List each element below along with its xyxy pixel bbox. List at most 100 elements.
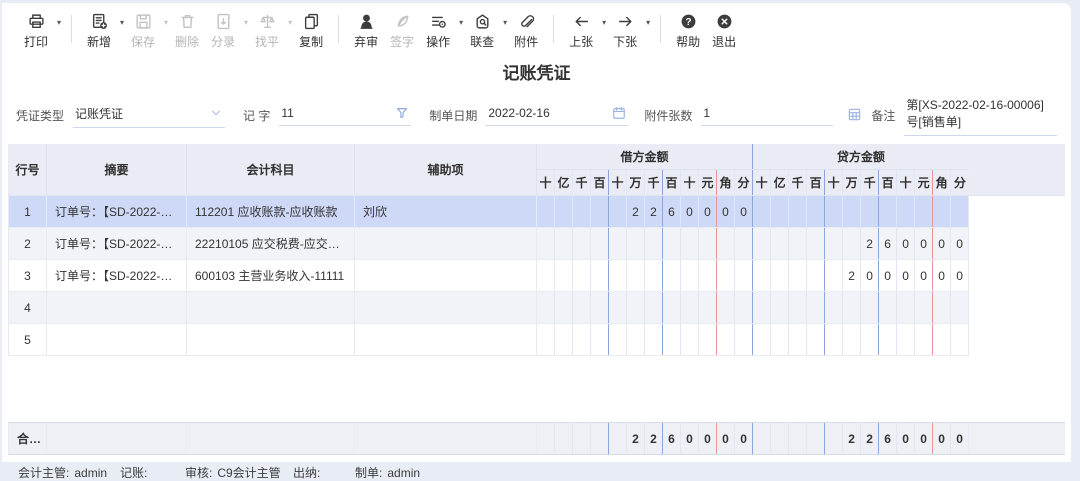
credit-digit-cell[interactable]: [915, 196, 933, 228]
credit-digit-cell[interactable]: [789, 228, 807, 260]
debit-digit-cell[interactable]: [555, 228, 573, 260]
debit-digit-cell[interactable]: 0: [717, 196, 735, 228]
debit-digit-cell[interactable]: [663, 324, 681, 356]
credit-digit-cell[interactable]: [843, 324, 861, 356]
account-cell[interactable]: 112201 应收账款-应收账款: [187, 196, 355, 228]
debit-digit-cell[interactable]: [573, 228, 591, 260]
credit-digit-cell[interactable]: [807, 292, 825, 324]
credit-digit-cell[interactable]: [915, 324, 933, 356]
debit-digit-cell[interactable]: [681, 324, 699, 356]
debit-digit-cell[interactable]: 0: [699, 196, 717, 228]
copy-button[interactable]: 复制: [293, 12, 329, 50]
debit-digit-cell[interactable]: [537, 228, 555, 260]
credit-digit-cell[interactable]: [771, 196, 789, 228]
operate-dropdown-caret-icon[interactable]: ▾: [459, 18, 463, 27]
auxiliary-cell[interactable]: [355, 292, 537, 324]
attachment-button[interactable]: 附件: [508, 12, 544, 50]
credit-digit-cell[interactable]: 0: [951, 228, 969, 260]
credit-digit-cell[interactable]: [879, 292, 897, 324]
debit-digit-cell[interactable]: [699, 260, 717, 292]
debit-digit-cell[interactable]: [609, 260, 627, 292]
print-button[interactable]: 打印: [18, 12, 54, 50]
credit-digit-cell[interactable]: [789, 324, 807, 356]
debit-digit-cell[interactable]: [591, 196, 609, 228]
credit-digit-cell[interactable]: 0: [879, 260, 897, 292]
debit-digit-cell[interactable]: [591, 292, 609, 324]
debit-digit-cell[interactable]: [681, 260, 699, 292]
debit-digit-cell[interactable]: [627, 324, 645, 356]
summary-cell[interactable]: [47, 324, 187, 356]
row-number-cell[interactable]: 3: [9, 260, 47, 292]
debit-digit-cell[interactable]: [627, 292, 645, 324]
prev-voucher-button[interactable]: 上张: [563, 12, 599, 50]
credit-digit-cell[interactable]: 6: [879, 228, 897, 260]
debit-digit-cell[interactable]: [591, 324, 609, 356]
auxiliary-cell[interactable]: 刘欣: [355, 196, 537, 228]
credit-digit-cell[interactable]: 0: [933, 260, 951, 292]
credit-digit-cell[interactable]: [861, 196, 879, 228]
debit-digit-cell[interactable]: [609, 228, 627, 260]
credit-digit-cell[interactable]: [771, 292, 789, 324]
debit-digit-cell[interactable]: [699, 292, 717, 324]
debit-digit-cell[interactable]: [717, 324, 735, 356]
debit-digit-cell[interactable]: [537, 260, 555, 292]
credit-digit-cell[interactable]: 0: [897, 260, 915, 292]
summary-cell[interactable]: 订单号：【SD-2022-02-16-00003...: [47, 196, 187, 228]
debit-digit-cell[interactable]: [681, 292, 699, 324]
row-number-cell[interactable]: 4: [9, 292, 47, 324]
credit-digit-cell[interactable]: 2: [861, 228, 879, 260]
credit-digit-cell[interactable]: [897, 196, 915, 228]
debit-digit-cell[interactable]: 2: [627, 196, 645, 228]
debit-digit-cell[interactable]: [537, 324, 555, 356]
credit-digit-cell[interactable]: [807, 260, 825, 292]
credit-digit-cell[interactable]: [753, 292, 771, 324]
account-cell[interactable]: [187, 292, 355, 324]
debit-digit-cell[interactable]: [555, 260, 573, 292]
debit-digit-cell[interactable]: [735, 324, 753, 356]
debit-digit-cell[interactable]: [699, 228, 717, 260]
credit-digit-cell[interactable]: [771, 228, 789, 260]
debit-digit-cell[interactable]: [735, 292, 753, 324]
debit-digit-cell[interactable]: [591, 228, 609, 260]
auxiliary-cell[interactable]: [355, 260, 537, 292]
debit-digit-cell[interactable]: [699, 324, 717, 356]
credit-digit-cell[interactable]: [771, 260, 789, 292]
voucher-type-select[interactable]: 记账凭证: [73, 104, 225, 128]
calendar-icon[interactable]: [612, 106, 626, 120]
table-row[interactable]: 2订单号：【SD-2022-02-16-00003...22210105 应交税…: [9, 228, 1066, 260]
remark-input[interactable]: 第[XS-2022-02-16-00006]号[销售单]: [904, 95, 1057, 136]
table-row[interactable]: 1订单号：【SD-2022-02-16-00003...112201 应收账款-…: [9, 196, 1066, 228]
credit-digit-cell[interactable]: [933, 196, 951, 228]
debit-digit-cell[interactable]: [573, 292, 591, 324]
filter-icon[interactable]: [395, 106, 409, 120]
credit-digit-cell[interactable]: [897, 292, 915, 324]
credit-digit-cell[interactable]: [771, 324, 789, 356]
prev-voucher-dropdown-caret-icon[interactable]: ▾: [602, 18, 606, 27]
credit-digit-cell[interactable]: [879, 324, 897, 356]
summary-cell[interactable]: 订单号：【SD-2022-02-16-00003...: [47, 228, 187, 260]
row-number-cell[interactable]: 1: [9, 196, 47, 228]
debit-digit-cell[interactable]: [537, 196, 555, 228]
account-cell[interactable]: [187, 324, 355, 356]
account-cell[interactable]: 600103 主营业务收入-11111: [187, 260, 355, 292]
credit-digit-cell[interactable]: [861, 292, 879, 324]
debit-digit-cell[interactable]: [609, 196, 627, 228]
credit-digit-cell[interactable]: [933, 292, 951, 324]
credit-digit-cell[interactable]: [897, 324, 915, 356]
voucher-word-input[interactable]: 11: [279, 105, 411, 126]
print-dropdown-caret-icon[interactable]: ▾: [57, 18, 61, 27]
summary-cell[interactable]: [47, 292, 187, 324]
debit-digit-cell[interactable]: [735, 260, 753, 292]
debit-digit-cell[interactable]: [573, 324, 591, 356]
credit-digit-cell[interactable]: [807, 228, 825, 260]
debit-digit-cell[interactable]: [537, 292, 555, 324]
debit-digit-cell[interactable]: 2: [645, 196, 663, 228]
calculator-grid-icon[interactable]: [847, 107, 862, 122]
debit-digit-cell[interactable]: 6: [663, 196, 681, 228]
credit-digit-cell[interactable]: [807, 196, 825, 228]
chevron-down-icon[interactable]: [209, 106, 223, 120]
credit-digit-cell[interactable]: [753, 196, 771, 228]
debit-digit-cell[interactable]: [573, 196, 591, 228]
credit-digit-cell[interactable]: 0: [915, 228, 933, 260]
debit-digit-cell[interactable]: [627, 260, 645, 292]
